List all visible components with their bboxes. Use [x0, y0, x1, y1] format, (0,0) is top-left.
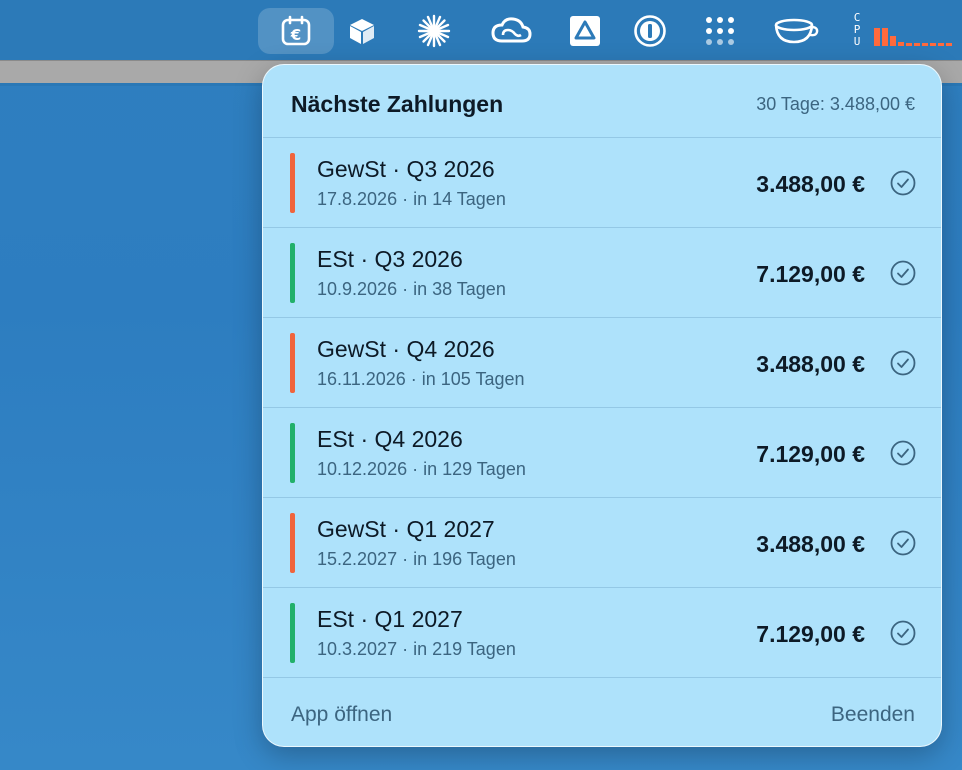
payment-amount: 7.129,00 € [756, 441, 865, 467]
tax-type-indicator [290, 423, 295, 483]
calendar-euro-icon[interactable]: € [258, 8, 334, 54]
payment-title: ESt · Q4 2026 [317, 426, 463, 452]
open-app-button[interactable]: App öffnen [291, 703, 392, 727]
popover-header: Nächste Zahlungen 30 Tage: 3.488,00 € [263, 65, 941, 138]
password-manager-icon[interactable] [632, 8, 668, 54]
payment-amount: 3.488,00 € [756, 171, 865, 197]
mark-paid-check-icon[interactable] [890, 440, 916, 466]
payment-amount: 7.129,00 € [756, 261, 865, 287]
payment-title: ESt · Q1 2027 [317, 606, 463, 632]
payment-due-date: 10.12.2026 · in 129 Tagen [317, 459, 526, 479]
tax-type-indicator [290, 333, 295, 393]
thirty-day-summary: 30 Tage: 3.488,00 € [756, 94, 915, 114]
payment-due-date: 17.8.2026 · in 14 Tagen [317, 189, 506, 209]
payment-due-date: 10.9.2026 · in 38 Tagen [317, 279, 506, 299]
payment-row[interactable]: ESt · Q3 2026 10.9.2026 · in 38 Tagen 7.… [263, 228, 941, 318]
creative-cloud-icon[interactable] [488, 8, 534, 54]
cup-icon[interactable] [770, 8, 822, 54]
cpu-usage-graph[interactable] [874, 26, 958, 46]
dot-grid-icon[interactable] [700, 8, 740, 54]
popover-title: Nächste Zahlungen [291, 91, 504, 117]
payment-row[interactable]: ESt · Q1 2027 10.3.2027 · in 219 Tagen 7… [263, 588, 941, 678]
payment-title: ESt · Q3 2026 [317, 246, 463, 272]
tax-type-indicator [290, 603, 295, 663]
payment-row[interactable]: GewSt · Q1 2027 15.2.2027 · in 196 Tagen… [263, 498, 941, 588]
tax-type-indicator [290, 153, 295, 213]
payment-amount: 3.488,00 € [756, 531, 865, 557]
payment-title: GewSt · Q1 2027 [317, 516, 495, 542]
mark-paid-check-icon[interactable] [890, 620, 916, 646]
payment-due-date: 16.11.2026 · in 105 Tagen [317, 369, 525, 389]
tax-type-indicator [290, 243, 295, 303]
quit-button[interactable]: Beenden [831, 703, 915, 727]
payment-title: GewSt · Q3 2026 [317, 156, 495, 182]
asterisk-burst-icon[interactable] [414, 8, 454, 54]
payment-row[interactable]: GewSt · Q3 2026 17.8.2026 · in 14 Tagen … [263, 138, 941, 228]
payments-popover: Nächste Zahlungen 30 Tage: 3.488,00 € Ge… [262, 64, 942, 747]
payments-list: GewSt · Q3 2026 17.8.2026 · in 14 Tagen … [263, 138, 941, 678]
mark-paid-check-icon[interactable] [890, 530, 916, 556]
payment-due-date: 10.3.2027 · in 219 Tagen [317, 639, 516, 659]
cube-icon[interactable] [344, 8, 380, 54]
payment-amount: 3.488,00 € [756, 351, 865, 377]
cpu-label: C P U [853, 11, 861, 48]
payment-due-date: 15.2.2027 · in 196 Tagen [317, 549, 516, 569]
tax-type-indicator [290, 513, 295, 573]
mark-paid-check-icon[interactable] [890, 350, 916, 376]
drive-triangle-icon[interactable] [566, 8, 604, 54]
svg-text:€: € [290, 26, 301, 44]
mark-paid-check-icon[interactable] [890, 260, 916, 286]
payment-amount: 7.129,00 € [756, 621, 865, 647]
popover-footer: App öffnen Beenden [263, 678, 941, 746]
payment-row[interactable]: ESt · Q4 2026 10.12.2026 · in 129 Tagen … [263, 408, 941, 498]
menu-bar: € C P U [0, 0, 962, 62]
mark-paid-check-icon[interactable] [890, 170, 916, 196]
payment-title: GewSt · Q4 2026 [317, 336, 495, 362]
payment-row[interactable]: GewSt · Q4 2026 16.11.2026 · in 105 Tage… [263, 318, 941, 408]
